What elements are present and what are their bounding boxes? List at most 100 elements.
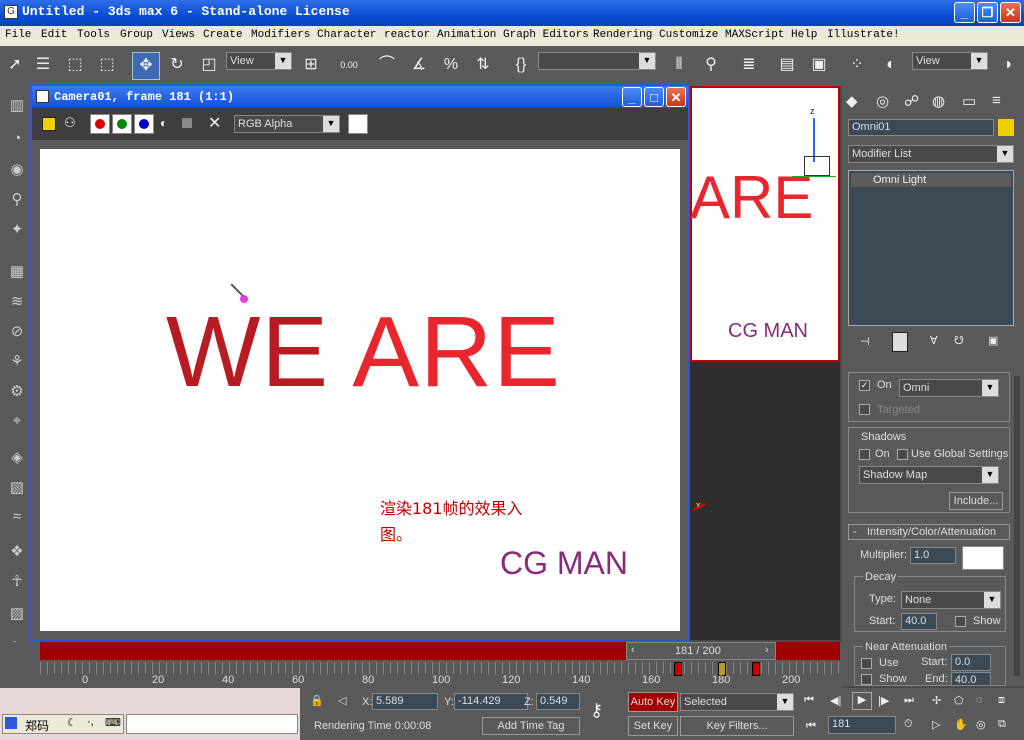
tool-icon[interactable]: ▧ [6,478,28,500]
menu-animation[interactable]: Animation [437,29,496,41]
object-name-field[interactable]: Omni01 [848,119,994,136]
shadows-on-checkbox[interactable] [859,449,870,460]
select-by-name-icon[interactable]: ☰ [30,52,56,78]
channel-display-combo[interactable]: RGB Alpha ▼ [234,115,340,133]
pin-stack-icon[interactable]: ⊣ [860,335,870,348]
clear-icon[interactable]: ✕ [208,113,221,133]
blue-channel-button[interactable] [134,114,154,134]
menu-tools[interactable]: Tools [77,29,110,41]
menu-reactor[interactable]: reactor [384,29,430,41]
render-type-combo[interactable]: View ▼ [912,52,988,70]
key-filters-button[interactable]: Key Filters... [680,716,794,736]
command-panel-scrollbar[interactable] [1014,376,1020,676]
near-use-checkbox[interactable] [861,658,872,669]
quick-render-icon[interactable]: ◑ [994,52,1020,78]
goto-start-icon[interactable]: ⏮ [804,694,814,707]
alpha-channel-icon[interactable]: ◐ [160,116,167,130]
zoom-all-icon[interactable]: ⬠ [954,694,964,707]
tool-icon[interactable]: ❖ [6,542,28,564]
current-frame-field[interactable]: 181 [828,716,896,734]
angle-snap-icon[interactable]: ∡ [406,52,432,78]
add-time-tag-button[interactable]: Add Time Tag [482,717,580,735]
menu-rendering[interactable]: Rendering [593,29,652,41]
move-icon[interactable]: ✥ [132,52,160,80]
targeted-checkbox[interactable] [859,404,870,415]
x-coordinate-field[interactable]: 5.589 [372,693,438,710]
material-editor-icon[interactable]: ⁘ [844,52,870,78]
goto-end-icon[interactable]: ⏭ [904,694,914,707]
minimize-button[interactable]: _ [954,2,975,23]
menu-maxscript[interactable]: MAXScript [725,29,784,41]
modifier-list-combo[interactable]: Modifier List ▼ [848,145,1014,163]
zoom-extents-icon[interactable]: ◌ [976,694,983,706]
decay-show-checkbox[interactable] [955,616,966,627]
set-key-button[interactable]: Set Key [628,716,678,736]
menu-create[interactable]: Create [203,29,243,41]
tool-icon[interactable]: ◈ [6,448,28,470]
multiplier-spinner[interactable]: 1.0 [910,547,956,564]
percent-snap-icon[interactable]: % [438,52,464,78]
spinner-snap-icon[interactable]: 0.00 [336,52,362,78]
rotate-icon[interactable]: ↻ [164,52,190,78]
remove-modifier-icon[interactable]: ☋ [954,334,964,347]
pivot-icon[interactable]: ⊞ [298,52,324,78]
menu-file[interactable]: File [5,29,31,41]
reference-coord-combo[interactable]: View ▼ [226,52,292,70]
tool-icon[interactable]: ☥ [6,572,28,594]
zoom-extents-all-icon[interactable]: ⧈ [998,694,1005,707]
named-selection-icon[interactable]: {} [508,52,534,78]
menu-help[interactable]: Help [791,29,817,41]
lock-icon[interactable]: 🔒 [310,694,324,707]
camera-viewport[interactable]: ARE CG MAN z [690,86,840,362]
tool-icon[interactable]: ◉ [6,160,28,182]
configure-sets-icon[interactable]: ▣ [988,334,998,347]
time-slider-thumb[interactable]: ‹ 181 / 200 › [626,642,776,660]
ime-toolbar[interactable]: 郑码 ☾ ·, ⌨ [2,714,124,734]
light-type-combo[interactable]: Omni ▼ [899,379,999,397]
clone-icon[interactable]: ⚇ [64,115,76,131]
schematic-view-icon[interactable]: ▣ [806,52,832,78]
restore-button[interactable]: ❐ [977,2,998,23]
display-tab-icon[interactable]: ▭ [962,92,976,110]
tool-icon[interactable]: ◔ [6,130,28,152]
select-icon[interactable]: ➚ [2,52,28,78]
mono-icon[interactable] [182,118,192,128]
tool-icon[interactable]: ▥ [6,96,28,118]
mirror-icon[interactable]: ⫴ [666,52,692,78]
tool-icon[interactable]: ✦ [6,220,28,242]
menu-character[interactable]: Character [317,29,376,41]
maxscript-listener[interactable] [126,714,298,734]
menu-views[interactable]: Views [162,29,195,41]
time-slider[interactable]: ‹ 181 / 200 › [40,642,840,660]
curve-editor-icon[interactable]: ▤ [774,52,800,78]
tool-icon[interactable]: ⌖ [6,412,28,434]
green-channel-button[interactable] [112,114,132,134]
light-color-swatch[interactable] [962,546,1004,570]
tool-icon[interactable]: ≋ [6,292,28,314]
utilities-tab-icon[interactable]: ≡ [992,92,1001,109]
motion-tab-icon[interactable]: ◍ [932,92,945,110]
object-color-swatch[interactable] [998,119,1014,136]
on-checkbox[interactable]: ✓ [859,380,870,391]
chevron-left-icon[interactable]: ‹ [631,644,635,656]
tool-icon[interactable]: ▨ [6,604,28,626]
play-icon[interactable]: ▶ [852,692,872,710]
next-frame-icon[interactable]: |▶ [878,694,889,707]
tool-icon[interactable]: ▦ [6,262,28,284]
show-end-result-icon[interactable] [892,332,908,352]
menu-edit[interactable]: Edit [41,29,67,41]
window-crossing-icon[interactable]: ⬚ [94,52,120,78]
rollout-header[interactable]: - Intensity/Color/Attenuation [848,524,1010,540]
color-swatch[interactable] [348,114,368,134]
tool-icon[interactable]: ⚙ [6,382,28,404]
chevron-right-icon[interactable]: › [765,644,769,656]
maximize-viewport-icon[interactable]: ⧉ [998,718,1006,731]
scale-icon[interactable]: ◰ [196,52,222,78]
spinner-icon[interactable]: ⇅ [470,52,496,78]
key-mode-combo[interactable]: Selected ▼ [680,693,794,711]
decay-start-spinner[interactable]: 40.0 [901,613,937,630]
near-start-spinner[interactable]: 0.0 [951,654,991,671]
menu-group[interactable]: Group [120,29,153,41]
tool-icon[interactable]: ⚲ [6,190,28,212]
near-show-checkbox[interactable] [861,674,872,685]
